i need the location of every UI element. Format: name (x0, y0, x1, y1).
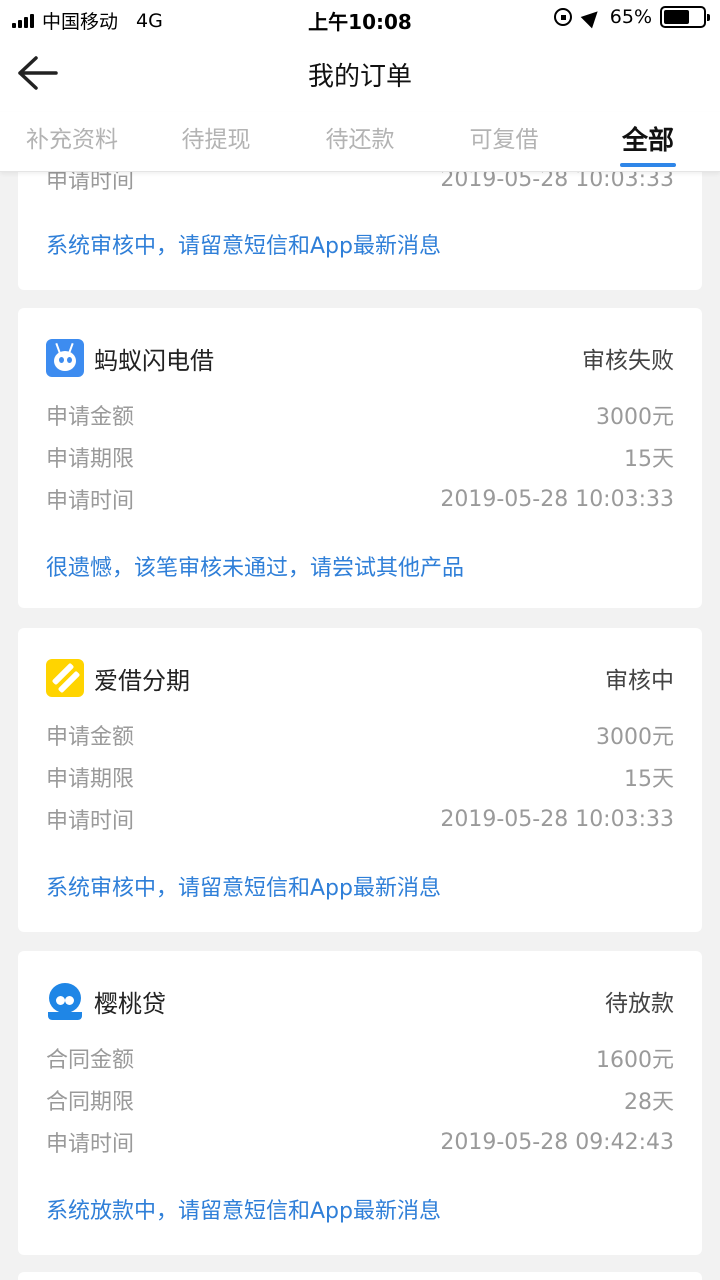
rotation-lock-icon (553, 8, 572, 26)
battery-icon (660, 6, 710, 28)
tab-all[interactable]: 全部 (576, 112, 720, 171)
order-tip: 很遗憾，该笔审核未通过，请尝试其他产品 (46, 556, 465, 581)
back-button[interactable] (14, 50, 64, 96)
back-arrow-icon (18, 56, 58, 90)
tab-reborrow[interactable]: 可复借 (432, 112, 576, 171)
row-value: 3000元 (596, 405, 674, 430)
row-value: 15天 (624, 767, 674, 792)
row-value: 2019-05-28 10:03:33 (440, 806, 674, 832)
ant-app-icon (46, 339, 84, 377)
tab-supplement[interactable]: 补充资料 (0, 112, 144, 171)
order-card[interactable] (18, 1272, 702, 1280)
order-row: 申请金额 3000元 (46, 398, 674, 432)
cherry-app-icon (46, 982, 84, 1020)
order-status: 审核中 (605, 668, 674, 694)
row-value: 2019-05-28 09:42:43 (440, 1129, 674, 1155)
row-value: 2019-05-28 10:03:33 (440, 486, 674, 512)
order-row: 合同期限 28天 (46, 1083, 674, 1117)
row-label: 合同金额 (46, 1048, 135, 1073)
order-row: 申请期限 15天 (46, 440, 674, 474)
row-label: 合同期限 (46, 1090, 135, 1115)
row-label: 申请金额 (46, 725, 135, 750)
order-status: 审核失败 (582, 348, 674, 374)
row-label: 申请时间 (46, 1132, 135, 1157)
order-tabs: 补充资料 待提现 待还款 可复借 全部 (0, 112, 720, 172)
order-list: 申请时间 2019-05-28 10:03:33 系统审核中，请留意短信和App… (0, 172, 720, 1280)
row-value: 15天 (624, 447, 674, 472)
aijie-app-icon (46, 659, 84, 697)
row-label: 申请金额 (46, 405, 135, 430)
app-name: 蚂蚁闪电借 (94, 346, 214, 375)
app-name: 爱借分期 (94, 666, 190, 695)
row-value: 2019-05-28 10:03:33 (440, 172, 674, 192)
tab-pending-repay[interactable]: 待还款 (288, 112, 432, 171)
order-status: 待放款 (605, 991, 674, 1017)
location-icon (580, 5, 604, 29)
order-card[interactable]: 樱桃贷 待放款 合同金额 1600元 合同期限 28天 申请时间 2019-05… (18, 951, 702, 1255)
order-card[interactable]: 爱借分期 审核中 申请金额 3000元 申请期限 15天 申请时间 2019-0… (18, 628, 702, 932)
page-title: 我的订单 (307, 62, 412, 92)
row-label: 申请时间 (46, 172, 135, 194)
order-tip: 系统审核中，请留意短信和App最新消息 (46, 234, 441, 259)
app-name: 樱桃贷 (94, 989, 166, 1018)
order-card[interactable]: 蚂蚁闪电借 审核失败 申请金额 3000元 申请期限 15天 申请时间 2019… (18, 308, 702, 608)
row-value: 3000元 (596, 725, 674, 750)
row-label: 申请期限 (46, 447, 135, 472)
order-row: 申请时间 2019-05-28 10:03:33 (46, 802, 674, 836)
order-row: 申请时间 2019-05-28 10:03:33 (46, 172, 674, 196)
order-row: 申请期限 15天 (46, 760, 674, 794)
row-value: 28天 (624, 1090, 674, 1115)
order-row: 申请金额 3000元 (46, 718, 674, 752)
status-bar: 中国移动 4G 上午10:08 65% (0, 0, 720, 36)
order-row: 申请时间 2019-05-28 09:42:43 (46, 1125, 674, 1159)
nav-bar: 我的订单 (0, 36, 720, 112)
row-label: 申请期限 (46, 767, 135, 792)
tab-pending-withdraw[interactable]: 待提现 (144, 112, 288, 171)
battery-percent: 65% (609, 6, 652, 28)
order-tip: 系统审核中，请留意短信和App最新消息 (46, 876, 441, 901)
row-label: 申请时间 (46, 489, 135, 514)
order-row: 申请时间 2019-05-28 10:03:33 (46, 482, 674, 516)
order-tip: 系统放款中，请留意短信和App最新消息 (46, 1199, 441, 1224)
row-value: 1600元 (596, 1048, 674, 1073)
order-card[interactable]: 申请时间 2019-05-28 10:03:33 系统审核中，请留意短信和App… (18, 172, 702, 290)
order-row: 合同金额 1600元 (46, 1041, 674, 1075)
row-label: 申请时间 (46, 809, 135, 834)
